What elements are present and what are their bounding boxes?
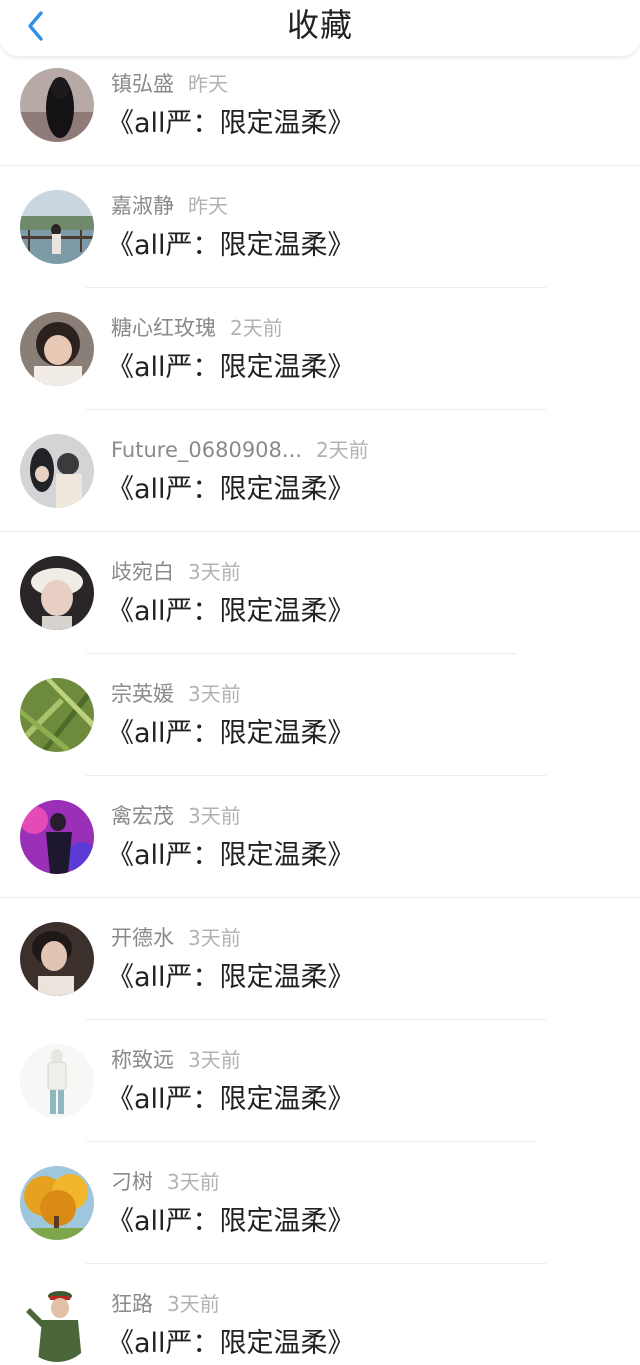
top-bar: 收藏 <box>0 0 640 56</box>
favorite-item-header: 刁树 3天前 <box>111 1167 220 1197</box>
timestamp: 3天前 <box>188 804 241 828</box>
user-name[interactable]: 刁树 <box>111 1170 153 1194</box>
user-name[interactable]: 宗英媛 <box>111 682 174 706</box>
favorite-item[interactable]: Future_0680908... 2天前 《all严：限定温柔》 <box>0 426 640 548</box>
user-name[interactable]: 禽宏茂 <box>111 804 174 828</box>
book-title[interactable]: 《all严：限定温柔》 <box>107 716 355 752</box>
favorite-item-header: Future_0680908... 2天前 <box>111 435 369 465</box>
user-name[interactable]: 镇弘盛 <box>111 72 174 96</box>
favorite-item[interactable]: 镇弘盛 昨天 《all严：限定温柔》 <box>0 60 640 182</box>
favorite-item[interactable]: 宗英媛 3天前 《all严：限定温柔》 <box>0 670 640 792</box>
timestamp: 3天前 <box>188 1048 241 1072</box>
divider <box>86 1019 546 1020</box>
book-title[interactable]: 《all严：限定温柔》 <box>107 960 355 996</box>
favorite-item-header: 镇弘盛 昨天 <box>111 69 228 99</box>
user-name[interactable]: 歧宛白 <box>111 560 174 584</box>
timestamp: 3天前 <box>188 926 241 950</box>
book-title[interactable]: 《all严：限定温柔》 <box>107 1204 355 1240</box>
divider <box>86 409 546 410</box>
favorite-item[interactable]: 刁树 3天前 《all严：限定温柔》 <box>0 1158 640 1280</box>
avatar[interactable] <box>20 922 94 996</box>
favorite-item[interactable]: 开德水 3天前 《all严：限定温柔》 <box>0 914 640 1036</box>
favorite-item-header: 禽宏茂 3天前 <box>111 801 241 831</box>
favorite-item-header: 狂路 3天前 <box>111 1289 220 1319</box>
user-name[interactable]: Future_0680908... <box>111 438 302 462</box>
favorite-item[interactable]: 歧宛白 3天前 《all严：限定温柔》 <box>0 548 640 670</box>
book-title[interactable]: 《all严：限定温柔》 <box>107 838 355 874</box>
divider <box>86 1263 546 1264</box>
avatar[interactable] <box>20 190 94 264</box>
favorite-item-header: 嘉淑静 昨天 <box>111 191 228 221</box>
user-name[interactable]: 狂路 <box>111 1292 153 1316</box>
timestamp: 2天前 <box>230 316 283 340</box>
favorite-item[interactable]: 禽宏茂 3天前 《all严：限定温柔》 <box>0 792 640 914</box>
avatar[interactable] <box>20 678 94 752</box>
book-title[interactable]: 《all严：限定温柔》 <box>107 350 355 386</box>
timestamp: 3天前 <box>167 1292 220 1316</box>
user-name[interactable]: 嘉淑静 <box>111 194 174 218</box>
user-name[interactable]: 称致远 <box>111 1048 174 1072</box>
avatar[interactable] <box>20 312 94 386</box>
favorite-item[interactable]: 嘉淑静 昨天 《all严：限定温柔》 <box>0 182 640 304</box>
divider <box>86 775 546 776</box>
favorite-item[interactable]: 狂路 3天前 《all严：限定温柔》 <box>0 1280 640 1365</box>
favorites-page: 收藏 镇弘盛 昨天 《all严：限定温柔》 嘉淑静 昨天 《all严：限定温柔》… <box>0 0 640 1365</box>
user-name[interactable]: 开德水 <box>111 926 174 950</box>
timestamp: 3天前 <box>167 1170 220 1194</box>
favorite-item-header: 糖心红玫瑰 2天前 <box>111 313 283 343</box>
divider <box>86 287 546 288</box>
divider <box>0 531 640 532</box>
timestamp: 3天前 <box>188 560 241 584</box>
divider <box>0 897 640 898</box>
timestamp: 2天前 <box>315 438 369 462</box>
avatar[interactable] <box>20 556 94 630</box>
timestamp: 昨天 <box>188 72 228 96</box>
book-title[interactable]: 《all严：限定温柔》 <box>107 594 355 630</box>
favorite-item[interactable]: 称致远 3天前 《all严：限定温柔》 <box>0 1036 640 1158</box>
favorite-item-header: 歧宛白 3天前 <box>111 557 241 587</box>
favorite-item[interactable]: 糖心红玫瑰 2天前 《all严：限定温柔》 <box>0 304 640 426</box>
favorite-item-header: 开德水 3天前 <box>111 923 241 953</box>
favorite-item-header: 宗英媛 3天前 <box>111 679 241 709</box>
book-title[interactable]: 《all严：限定温柔》 <box>107 106 355 142</box>
avatar[interactable] <box>20 800 94 874</box>
user-name[interactable]: 糖心红玫瑰 <box>111 316 216 340</box>
page-title: 收藏 <box>286 6 353 44</box>
timestamp: 3天前 <box>188 682 241 706</box>
avatar[interactable] <box>20 68 94 142</box>
avatar[interactable] <box>20 434 94 508</box>
book-title[interactable]: 《all严：限定温柔》 <box>107 472 355 508</box>
divider <box>86 1141 536 1142</box>
divider <box>86 653 516 654</box>
favorite-item-header: 称致远 3天前 <box>111 1045 241 1075</box>
avatar[interactable] <box>20 1166 94 1240</box>
avatar[interactable] <box>20 1044 94 1118</box>
book-title[interactable]: 《all严：限定温柔》 <box>107 228 355 264</box>
divider <box>0 165 640 166</box>
timestamp: 昨天 <box>188 194 228 218</box>
book-title[interactable]: 《all严：限定温柔》 <box>107 1082 355 1118</box>
avatar[interactable] <box>20 1288 94 1362</box>
book-title[interactable]: 《all严：限定温柔》 <box>107 1326 355 1362</box>
